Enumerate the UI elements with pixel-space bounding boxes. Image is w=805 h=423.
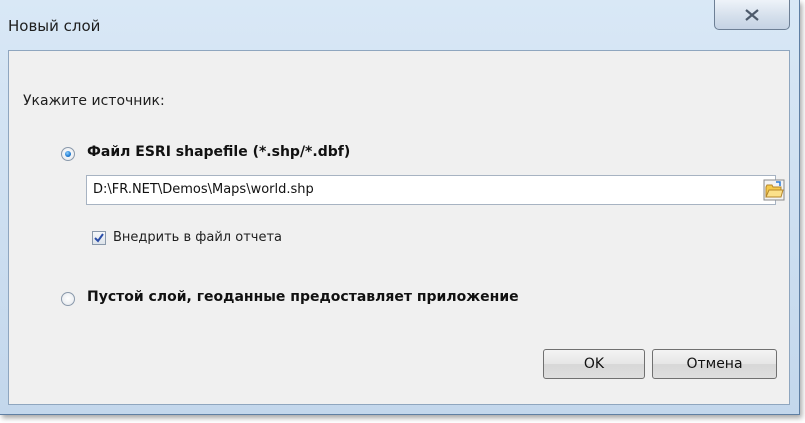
- empty-layer-radio[interactable]: [61, 292, 75, 306]
- title-bar: Новый слой: [0, 0, 798, 50]
- checkmark-icon: [94, 233, 104, 243]
- close-icon: [745, 9, 759, 21]
- embed-checkbox[interactable]: [92, 231, 106, 245]
- empty-layer-radio-label[interactable]: Пустой слой, геоданные предоставляет при…: [87, 289, 519, 305]
- ok-button[interactable]: OK: [543, 349, 645, 379]
- new-layer-dialog: Новый слой Укажите источник: Файл ESRI s…: [0, 0, 800, 415]
- embed-checkbox-label[interactable]: Внедрить в файл отчета: [113, 230, 282, 245]
- window-title: Новый слой: [8, 17, 101, 35]
- shapefile-radio[interactable]: [61, 147, 75, 161]
- folder-open-icon: [763, 179, 785, 201]
- radio-selected-dot: [65, 151, 71, 157]
- shapefile-radio-label[interactable]: Файл ESRI shapefile (*.shp/*.dbf): [87, 144, 350, 160]
- close-button[interactable]: [714, 0, 790, 30]
- cancel-button[interactable]: Отмена: [652, 349, 777, 379]
- browse-button[interactable]: [763, 179, 785, 201]
- file-path-input[interactable]: D:\FR.NET\Demos\Maps\world.shp: [86, 175, 776, 205]
- source-label: Укажите источник:: [23, 93, 165, 109]
- dialog-content: Укажите источник: Файл ESRI shapefile (*…: [8, 50, 790, 405]
